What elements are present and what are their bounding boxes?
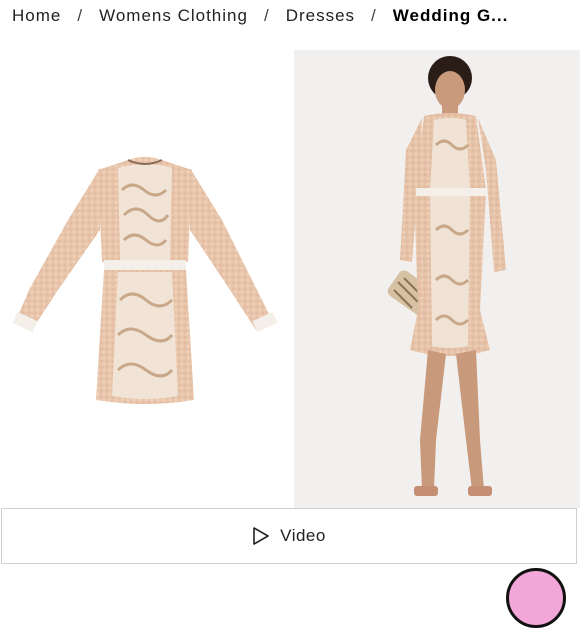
breadcrumb-separator: / <box>263 6 270 25</box>
video-button-label: Video <box>280 526 326 545</box>
breadcrumb-current: Wedding G... <box>392 6 509 25</box>
breadcrumb-home[interactable]: Home <box>12 6 61 26</box>
model-illustration <box>387 56 506 496</box>
video-button[interactable]: Video <box>1 508 577 564</box>
product-image-flatlay[interactable] <box>0 50 290 508</box>
dress-flatlay-illustration <box>12 157 278 404</box>
breadcrumb: Home / Womens Clothing / Dresses / Weddi… <box>12 4 508 28</box>
product-gallery <box>0 50 580 508</box>
breadcrumb-separator: / <box>371 6 377 25</box>
breadcrumb-womens-clothing[interactable]: Womens Clothing <box>99 6 248 26</box>
breadcrumb-dresses[interactable]: Dresses <box>286 6 355 26</box>
play-icon <box>252 526 270 546</box>
breadcrumb-separator: / <box>77 6 84 25</box>
product-image-model[interactable] <box>294 50 580 508</box>
chat-badge-icon[interactable] <box>506 568 566 628</box>
